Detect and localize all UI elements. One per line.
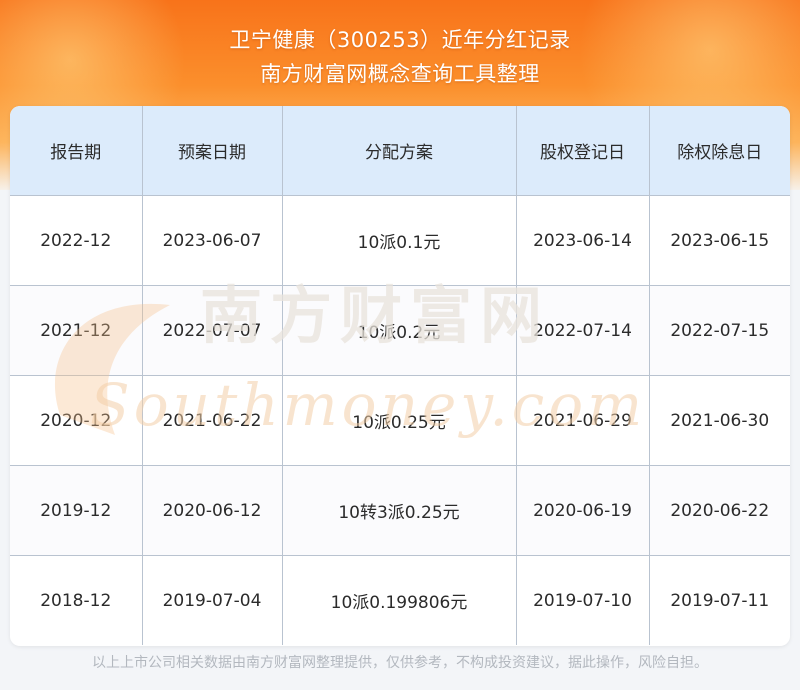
cell-distribution-plan: 10派0.2元 xyxy=(282,285,517,376)
page-subtitle: 南方财富网概念查询工具整理 xyxy=(260,62,540,86)
cell-report-period: 2021-12 xyxy=(10,285,143,376)
table-row: 2020-12 2021-06-22 10派0.25元 2021-06-29 2… xyxy=(10,375,790,466)
cell-record-date: 2021-06-29 xyxy=(516,375,650,466)
table-row: 2018-12 2019-07-04 10派0.199806元 2019-07-… xyxy=(10,555,790,645)
cell-ex-dividend-date: 2020-06-22 xyxy=(649,465,790,556)
column-header-record-date: 股权登记日 xyxy=(516,106,650,196)
cell-report-period: 2018-12 xyxy=(10,555,143,645)
cell-report-period: 2020-12 xyxy=(10,375,143,466)
page-title: 卫宁健康（300253）近年分红记录 xyxy=(229,28,571,52)
column-header-distribution-plan: 分配方案 xyxy=(282,106,517,196)
cell-distribution-plan: 10派0.25元 xyxy=(282,375,517,466)
cell-distribution-plan: 10派0.199806元 xyxy=(282,555,517,645)
cell-plan-date: 2019-07-04 xyxy=(142,555,283,645)
dividend-table: 报告期 预案日期 分配方案 股权登记日 除权除息日 2022-12 2023-0… xyxy=(10,106,790,645)
cell-ex-dividend-date: 2019-07-11 xyxy=(649,555,790,645)
column-header-plan-date: 预案日期 xyxy=(142,106,283,196)
cell-ex-dividend-date: 2021-06-30 xyxy=(649,375,790,466)
cell-plan-date: 2021-06-22 xyxy=(142,375,283,466)
cell-report-period: 2022-12 xyxy=(10,195,143,286)
table-row: 2022-12 2023-06-07 10派0.1元 2023-06-14 20… xyxy=(10,195,790,286)
cell-distribution-plan: 10转3派0.25元 xyxy=(282,465,517,556)
cell-record-date: 2022-07-14 xyxy=(516,285,650,376)
cell-record-date: 2020-06-19 xyxy=(516,465,650,556)
cell-plan-date: 2022-07-07 xyxy=(142,285,283,376)
footer-disclaimer: 以上上市公司相关数据由南方财富网整理提供，仅供参考，不构成投资建议，据此操作，风… xyxy=(92,655,708,671)
cell-record-date: 2023-06-14 xyxy=(516,195,650,286)
dividend-table-card: 报告期 预案日期 分配方案 股权登记日 除权除息日 2022-12 2023-0… xyxy=(10,106,790,646)
cell-plan-date: 2023-06-07 xyxy=(142,195,283,286)
cell-report-period: 2019-12 xyxy=(10,465,143,556)
cell-record-date: 2019-07-10 xyxy=(516,555,650,645)
cell-ex-dividend-date: 2022-07-15 xyxy=(649,285,790,376)
table-row: 2021-12 2022-07-07 10派0.2元 2022-07-14 20… xyxy=(10,285,790,376)
table-header-row: 报告期 预案日期 分配方案 股权登记日 除权除息日 xyxy=(10,106,790,196)
column-header-ex-dividend-date: 除权除息日 xyxy=(649,106,790,196)
column-header-report-period: 报告期 xyxy=(10,106,143,196)
cell-distribution-plan: 10派0.1元 xyxy=(282,195,517,286)
cell-ex-dividend-date: 2023-06-15 xyxy=(649,195,790,286)
table-row: 2019-12 2020-06-12 10转3派0.25元 2020-06-19… xyxy=(10,465,790,556)
cell-plan-date: 2020-06-12 xyxy=(142,465,283,556)
